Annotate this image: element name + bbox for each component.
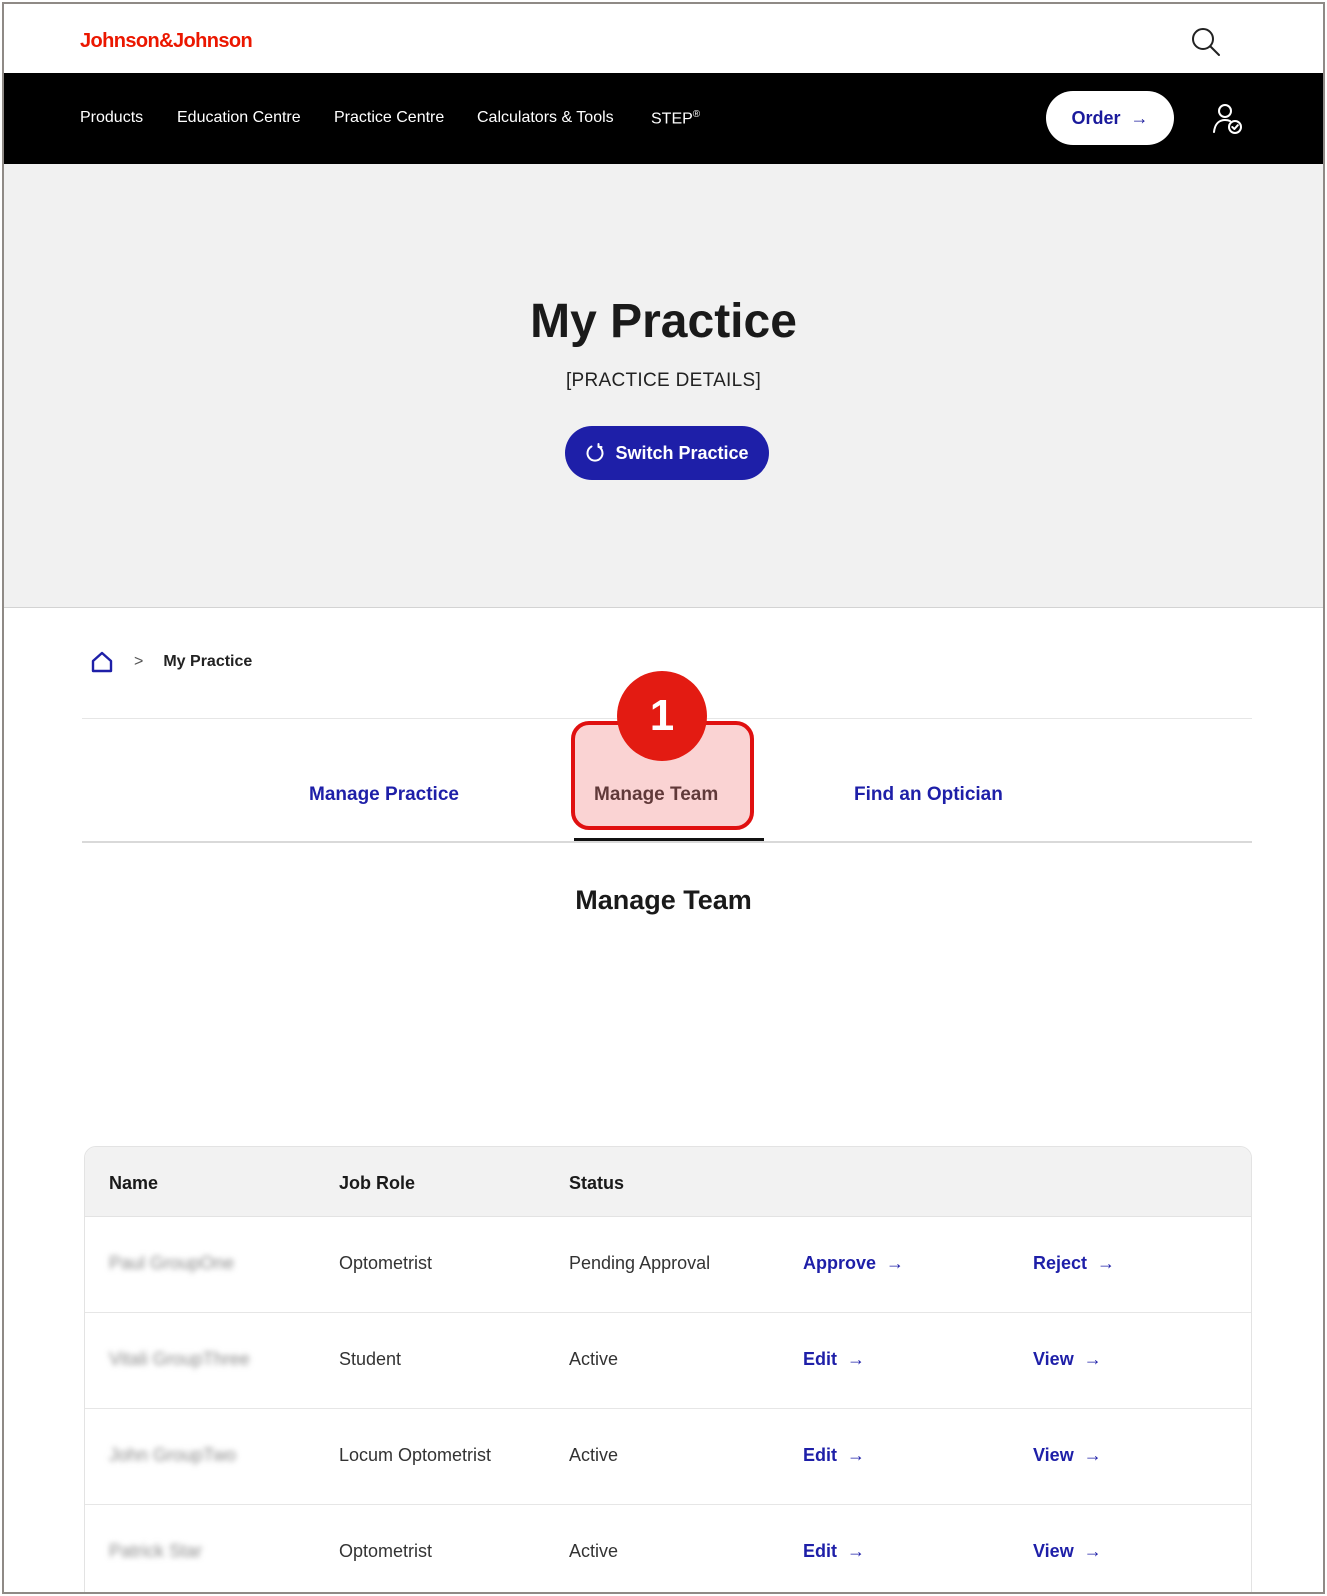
arrow-right-icon: → (1130, 107, 1149, 128)
member-name: Paul GroupOne (109, 1253, 235, 1273)
view-link[interactable]: View → (1033, 1445, 1102, 1466)
table-header: Name Job Role Status (85, 1147, 1251, 1217)
member-role: Locum Optometrist (339, 1445, 492, 1465)
practice-details: [PRACTICE DETAILS] (565, 370, 762, 391)
step-number-badge: 1 (617, 671, 707, 761)
team-table: Name Job Role Status Paul GroupOne Optom… (84, 1146, 1252, 1592)
view-link[interactable]: View → (1033, 1349, 1102, 1370)
edit-link[interactable]: Edit → (803, 1541, 865, 1562)
member-name: Vitali GroupThree (109, 1349, 250, 1369)
breadcrumb-separator: > (134, 653, 144, 670)
edit-link[interactable]: Edit → (803, 1445, 865, 1466)
edit-label: Edit (803, 1541, 837, 1561)
nav-products[interactable]: Products (80, 109, 143, 127)
member-status: Active (569, 1349, 619, 1369)
order-button-label: Order (1071, 107, 1121, 128)
nav-step[interactable]: STEP® (651, 109, 700, 128)
switch-practice-label: Switch Practice (615, 442, 749, 463)
arrow-right-icon: → (886, 1253, 905, 1273)
section-title: Manage Team (575, 885, 752, 915)
arrow-right-icon: → (1083, 1541, 1102, 1561)
edit-label: Edit (803, 1445, 837, 1465)
breadcrumb: > My Practice (90, 650, 252, 674)
page-title: My Practice (530, 295, 797, 348)
member-status: Pending Approval (569, 1253, 711, 1273)
nav-practice-centre[interactable]: Practice Centre (334, 109, 444, 127)
approve-link[interactable]: Approve → (803, 1253, 904, 1274)
arrow-right-icon: → (1083, 1445, 1102, 1465)
order-button[interactable]: Order → (1046, 91, 1174, 145)
brand-logo[interactable]: Johnson&Johnson (80, 30, 253, 53)
arrow-right-icon: → (847, 1541, 865, 1561)
nav-calculators-tools[interactable]: Calculators & Tools (477, 109, 614, 127)
main-nav: Products Education Centre Practice Centr… (4, 73, 1323, 164)
column-header-status: Status (569, 1173, 625, 1193)
user-check-icon[interactable] (1210, 102, 1244, 136)
registered-mark: ® (692, 109, 701, 120)
reject-label: Reject (1033, 1253, 1088, 1273)
member-status: Active (569, 1445, 619, 1465)
table-row: Patrick Star Optometrist Active Edit → Vi… (85, 1505, 1251, 1592)
view-label: View (1033, 1445, 1074, 1465)
member-role: Optometrist (339, 1541, 433, 1561)
tab-find-an-optician[interactable]: Find an Optician (854, 784, 1003, 806)
table-row: Paul GroupOne Optometrist Pending Approv… (85, 1217, 1251, 1313)
nav-education-centre[interactable]: Education Centre (177, 109, 301, 127)
member-name: Patrick Star (109, 1541, 203, 1561)
column-header-name: Name (109, 1173, 159, 1193)
edit-link[interactable]: Edit → (803, 1349, 865, 1370)
member-role: Optometrist (339, 1253, 433, 1273)
member-role: Student (339, 1349, 402, 1369)
view-label: View (1033, 1349, 1074, 1369)
arrow-right-icon: → (1097, 1253, 1116, 1273)
arrow-right-icon: → (1083, 1349, 1102, 1369)
reject-link[interactable]: Reject → (1033, 1253, 1115, 1274)
search-icon[interactable] (1190, 26, 1222, 58)
arrow-right-icon: → (847, 1445, 865, 1465)
table-row: John GroupTwo Locum Optometrist Active E… (85, 1409, 1251, 1505)
top-header: Johnson&Johnson (4, 4, 1323, 73)
view-label: View (1033, 1541, 1074, 1561)
page-frame: Johnson&Johnson Products Education Centr… (2, 2, 1325, 1594)
approve-label: Approve (803, 1253, 877, 1273)
edit-label: Edit (803, 1349, 837, 1369)
refresh-icon (587, 443, 604, 462)
switch-practice-button[interactable]: Switch Practice (565, 426, 769, 480)
hero-section: My Practice [PRACTICE DETAILS] Switch Pr… (4, 164, 1323, 608)
column-header-job-role: Job Role (339, 1173, 416, 1193)
table-row: Vitali GroupThree Student Active Edit → V… (85, 1313, 1251, 1409)
breadcrumb-current: My Practice (163, 653, 253, 670)
tabs-divider (82, 841, 1252, 843)
tab-manage-practice[interactable]: Manage Practice (309, 784, 459, 806)
arrow-right-icon: → (847, 1349, 865, 1369)
home-icon[interactable] (90, 650, 114, 674)
member-name: John GroupTwo (109, 1445, 237, 1465)
tab-manage-team[interactable]: Manage Team (594, 784, 718, 806)
member-status: Active (569, 1541, 619, 1561)
view-link[interactable]: View → (1033, 1541, 1102, 1562)
nav-step-label: STEP (651, 110, 693, 128)
